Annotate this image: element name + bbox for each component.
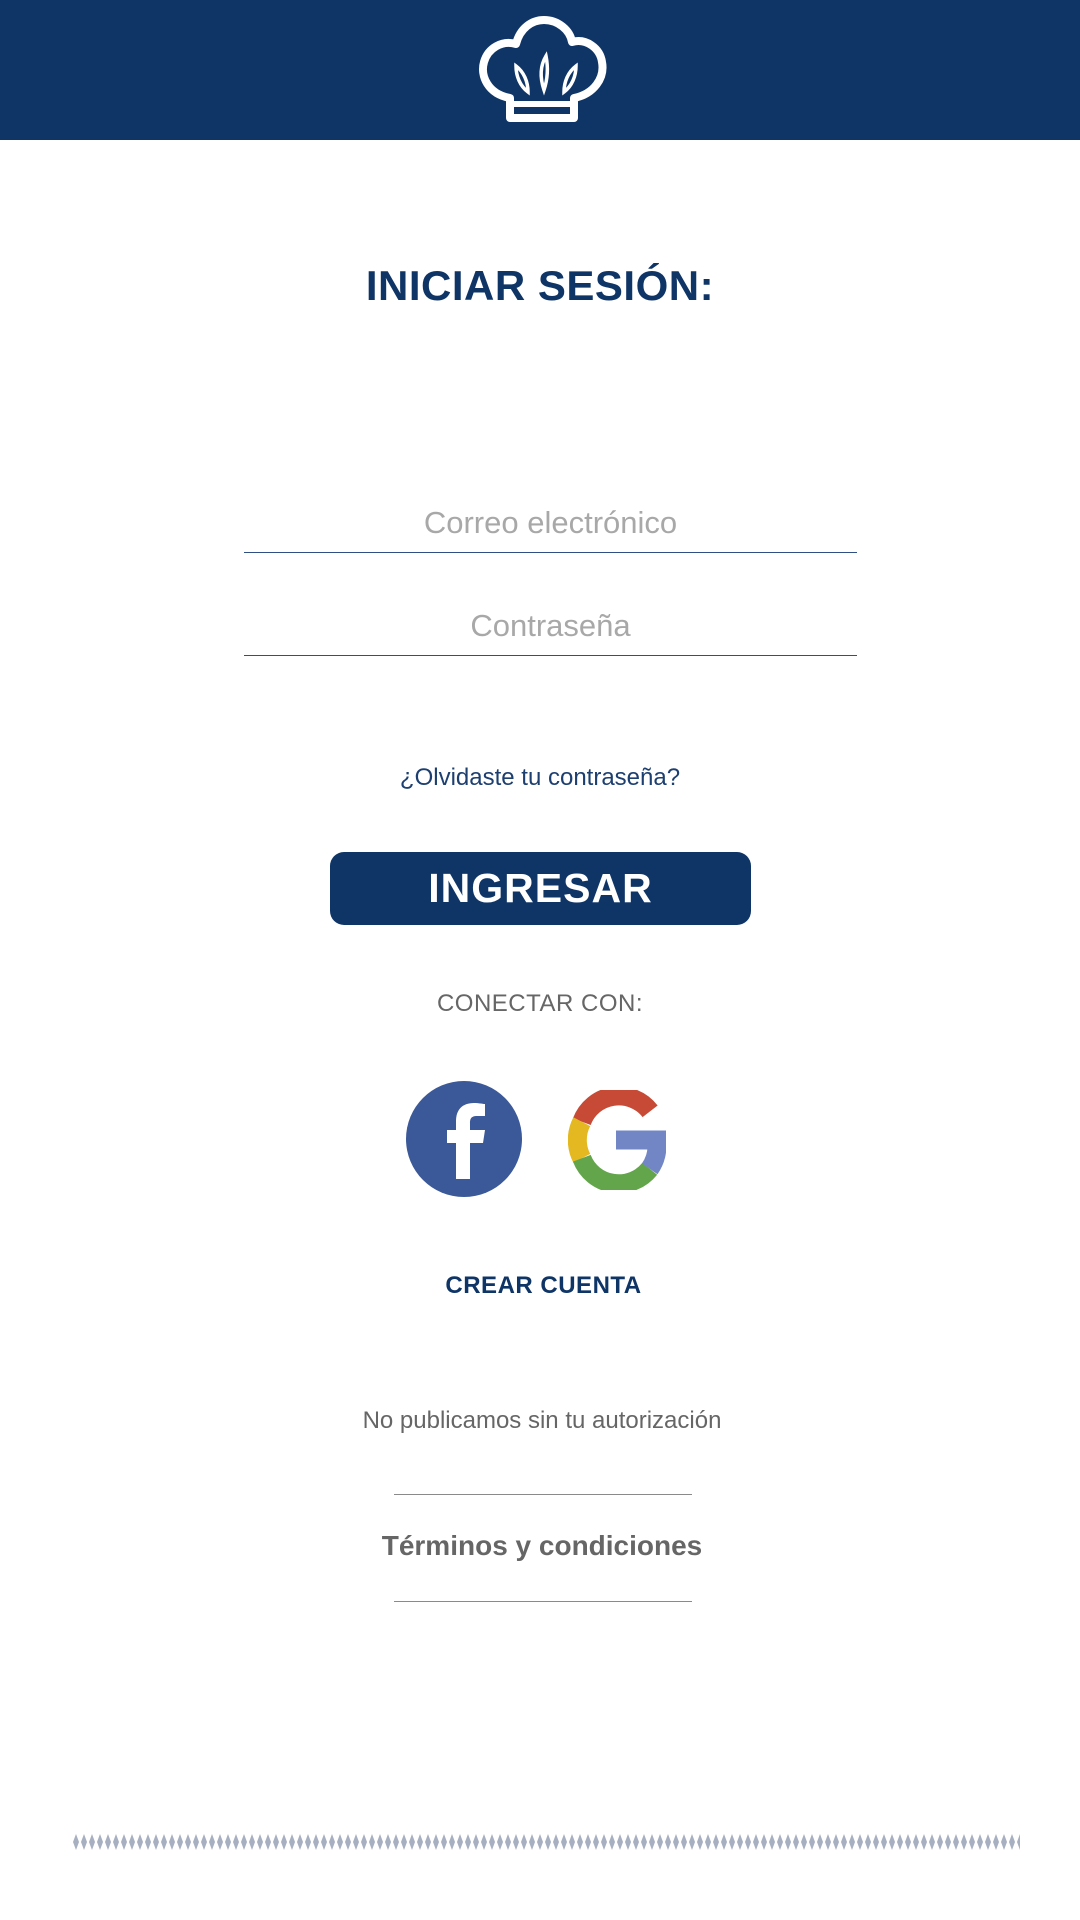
email-field[interactable] <box>244 494 857 553</box>
login-button[interactable]: INGRESAR <box>330 852 751 925</box>
decorative-pattern <box>72 1833 1020 1851</box>
password-field[interactable] <box>244 597 857 656</box>
facebook-icon[interactable] <box>406 1081 522 1197</box>
divider <box>394 1494 692 1495</box>
terms-link[interactable]: Términos y condiciones <box>0 1530 1080 1562</box>
page-title: INICIAR SESIÓN: <box>365 262 715 309</box>
app-header <box>0 0 1080 140</box>
forgot-password-link[interactable]: ¿Olvidaste tu contraseña? <box>0 764 1080 792</box>
connect-with-label: CONECTAR CON: <box>436 990 644 1017</box>
google-icon[interactable] <box>568 1090 666 1190</box>
create-account-link[interactable]: CREAR CUENTA <box>0 1272 1080 1300</box>
divider <box>394 1601 692 1602</box>
chef-hat-icon <box>479 16 607 122</box>
privacy-notice: No publicamos sin tu autorización <box>362 1407 722 1434</box>
